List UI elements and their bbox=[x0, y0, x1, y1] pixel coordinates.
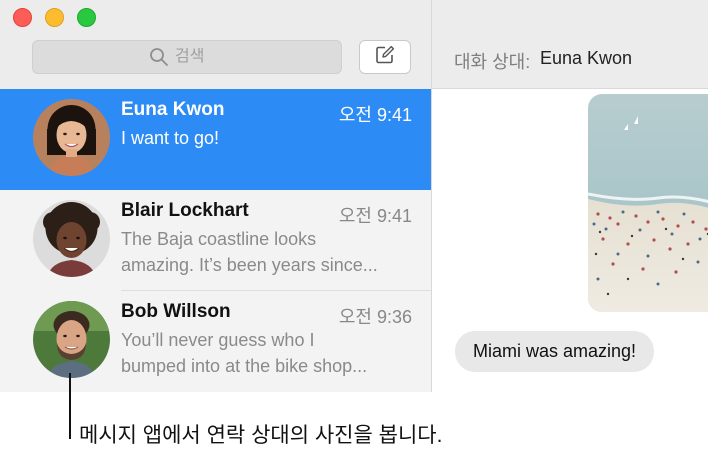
message-preview: The Baja coastline looks amazing. It’s b… bbox=[121, 226, 417, 278]
conversation-item[interactable]: Bob Willson 오전 9:36 You’ll never guess w… bbox=[0, 291, 431, 392]
preview-line: You’ll never guess who I bbox=[121, 330, 315, 350]
sidebar: Euna Kwon 오전 9:41 I want to go! bbox=[0, 0, 432, 392]
preview-line: bumped into at the bike shop... bbox=[121, 356, 368, 376]
contact-name: Blair Lockhart bbox=[121, 200, 249, 221]
preview-line: The Baja coastline looks bbox=[121, 229, 317, 249]
search-input[interactable] bbox=[175, 48, 225, 66]
message-time: 오전 9:41 bbox=[338, 105, 412, 125]
messages-window: Euna Kwon 오전 9:41 I want to go! bbox=[0, 0, 708, 392]
search-icon bbox=[149, 47, 169, 67]
preview-line: I want to go! bbox=[121, 128, 220, 148]
preview-line: amazing. It’s been years since... bbox=[121, 255, 378, 275]
conversation-item[interactable]: Blair Lockhart 오전 9:41 The Baja coastlin… bbox=[0, 190, 431, 291]
minimize-button[interactable] bbox=[45, 8, 64, 27]
search-field[interactable] bbox=[32, 40, 342, 74]
callout-line bbox=[69, 373, 71, 439]
beach-photo[interactable] bbox=[588, 94, 708, 312]
recipient-name[interactable]: Euna Kwon bbox=[540, 48, 632, 69]
contact-name: Bob Willson bbox=[121, 301, 231, 322]
avatar bbox=[33, 99, 110, 176]
message-time: 오전 9:36 bbox=[338, 307, 412, 327]
message-preview: I want to go! bbox=[121, 125, 417, 151]
caption: 메시지 앱에서 연락 상대의 사진을 봅니다. bbox=[79, 424, 443, 447]
avatar bbox=[33, 200, 110, 277]
recipient-label: 대화 상대: bbox=[454, 52, 531, 72]
message-time: 오전 9:41 bbox=[338, 206, 412, 226]
compose-icon bbox=[375, 45, 395, 70]
sidebar-toolbar bbox=[0, 0, 431, 89]
close-button[interactable] bbox=[13, 8, 32, 27]
compose-button[interactable] bbox=[359, 40, 411, 74]
message-bubble-incoming[interactable]: Miami was amazing! bbox=[455, 331, 655, 372]
chat-header: 대화 상대: Euna Kwon bbox=[432, 0, 708, 89]
avatar bbox=[33, 301, 110, 378]
zoom-button[interactable] bbox=[77, 8, 96, 27]
chat-pane: 대화 상대: Euna Kwon Miami was amazing! bbox=[432, 0, 708, 392]
message-preview: You’ll never guess who I bumped into at … bbox=[121, 327, 417, 379]
conversation-item[interactable]: Euna Kwon 오전 9:41 I want to go! bbox=[0, 89, 431, 190]
contact-name: Euna Kwon bbox=[121, 99, 225, 120]
